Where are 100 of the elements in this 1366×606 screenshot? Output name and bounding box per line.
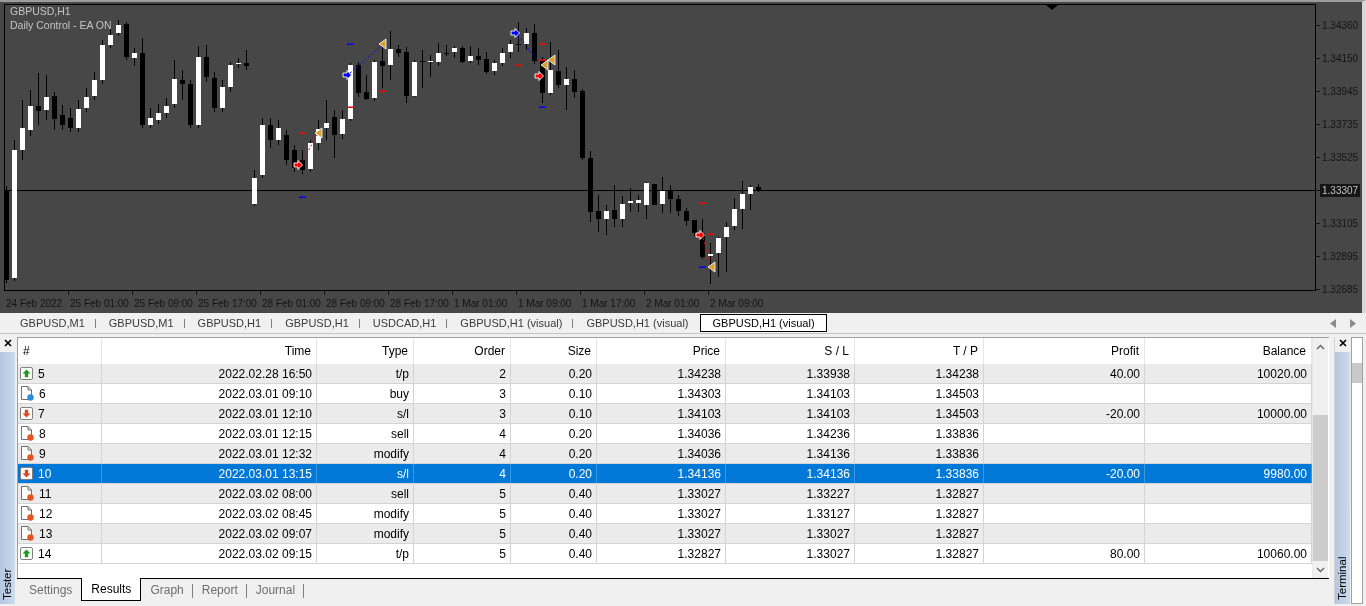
panel-tab[interactable]: Journal <box>246 579 305 601</box>
table-cell: 1.33836 <box>855 444 984 463</box>
rising-candle <box>92 71 97 101</box>
list-row <box>1352 363 1362 383</box>
table-cell: 5 <box>414 544 511 563</box>
falling-candle <box>612 184 617 228</box>
trade-line <box>349 45 382 74</box>
chart-tab[interactable]: GBPUSD,H1 (visual) <box>574 314 701 332</box>
triangle-marker-icon <box>314 127 323 139</box>
chart-symbol: GBPUSD,H1 <box>10 5 71 18</box>
side-tab[interactable]: Terminal <box>1335 352 1350 604</box>
table-row[interactable]: 13 2022.03.02 09:07 modify 5 0.40 1.33027 1.33027 1.32827 <box>18 524 1312 544</box>
falling-candle <box>380 46 385 89</box>
table-cell: buy <box>317 384 414 403</box>
rising-candle <box>76 99 81 133</box>
table-cell: 0.20 <box>511 444 597 463</box>
scroll-right-icon[interactable] <box>1350 318 1356 328</box>
dash-icon <box>515 64 522 66</box>
falling-candle <box>420 49 425 89</box>
rising-candle <box>748 184 753 211</box>
row-number: 7 <box>38 406 45 421</box>
falling-candle <box>460 45 465 64</box>
table-cell: 5 <box>414 524 511 543</box>
table-cell: 1.34238 <box>597 364 726 383</box>
table-cell: 1.33127 <box>726 504 855 523</box>
table-row[interactable]: 10 2022.03.01 13:15 s/l 4 0.20 1.34136 1.34136 1.33836 -20.00 9980.00 <box>18 464 1312 484</box>
close-icon[interactable] <box>1338 339 1347 347</box>
table-cell: 1.34503 <box>855 404 984 423</box>
dash-icon <box>539 43 546 45</box>
table-row[interactable]: 9 2022.03.01 12:32 modify 4 0.20 1.34036 1.34136 1.33836 <box>18 444 1312 464</box>
table-cell: 1.32827 <box>855 524 984 543</box>
falling-candle <box>396 44 401 58</box>
rising-candle <box>20 99 25 161</box>
scrollbar-thumb[interactable] <box>1313 415 1328 561</box>
table-cell: 2022.03.01 13:15 <box>102 464 317 483</box>
falling-candle <box>556 49 561 89</box>
table-cell: 2022.03.02 08:00 <box>102 484 317 503</box>
panel-tab[interactable]: Settings <box>20 579 82 601</box>
table-cell: 4 <box>414 424 511 443</box>
falling-candle <box>364 74 369 101</box>
table-cell: 2022.03.01 12:15 <box>102 424 317 443</box>
rising-candle <box>620 195 625 228</box>
table-cell: 1.34136 <box>726 464 855 483</box>
up-arrow-icon <box>20 547 33 560</box>
chart-tab[interactable]: GBPUSD,H1 (visual) <box>700 314 827 332</box>
close-icon[interactable] <box>3 339 12 347</box>
chart-tab[interactable]: GBPUSD,M1 <box>96 314 186 332</box>
rising-candle <box>116 19 121 37</box>
chart-tab[interactable]: GBPUSD,H1 <box>185 314 274 332</box>
rising-candle <box>260 117 265 179</box>
panel-tab[interactable]: Report <box>192 579 247 601</box>
table-row[interactable]: 6 2022.03.01 09:10 buy 3 0.10 1.34303 1.34103 1.34503 <box>18 384 1312 404</box>
table-cell: 4 <box>414 464 511 483</box>
panel-tab[interactable]: Results <box>81 578 142 601</box>
row-number: 12 <box>39 506 53 521</box>
side-tab[interactable]: Tester <box>0 352 15 604</box>
falling-candle <box>332 109 337 159</box>
arrow-marker-icon <box>534 71 544 81</box>
falling-candle <box>204 44 209 83</box>
table-cell: 1.34303 <box>597 384 726 403</box>
table-cell: 2022.03.01 09:10 <box>102 384 317 403</box>
table-row[interactable]: 8 2022.03.01 12:15 sell 4 0.20 1.34036 1.34236 1.33836 <box>18 424 1312 444</box>
rising-candle <box>628 187 633 213</box>
table-cell: 1.34036 <box>597 424 726 443</box>
chevron-down-icon[interactable] <box>1316 566 1325 573</box>
table-cell: 1.34136 <box>597 464 726 483</box>
scrollbar[interactable] <box>1312 338 1328 578</box>
panel-tab[interactable]: Graph <box>141 579 193 601</box>
table-cell: 0.40 <box>511 504 597 523</box>
rising-candle <box>44 74 49 121</box>
scroll-left-icon[interactable] <box>1330 318 1336 328</box>
rising-candle <box>348 62 353 122</box>
falling-candle <box>244 49 249 71</box>
table-row[interactable]: 14 2022.03.02 09:15 t/p 5 0.40 1.32827 1.33027 1.32827 80.00 10060.00 <box>18 544 1312 564</box>
chart-tab[interactable]: GBPUSD,M1 <box>8 314 97 332</box>
table-cell: 1.34036 <box>597 444 726 463</box>
falling-candle <box>52 91 57 131</box>
rising-candle <box>324 99 329 141</box>
table-cell: 4 <box>414 444 511 463</box>
chart-tab[interactable]: GBPUSD,H1 <box>273 314 361 332</box>
row-number: 8 <box>39 426 46 441</box>
table-row[interactable]: 5 2022.02.28 16:50 t/p 2 0.20 1.34238 1.33938 1.34238 40.00 10020.00 <box>18 364 1312 384</box>
table-cell: 2022.03.02 09:15 <box>102 544 317 563</box>
table-row[interactable]: 12 2022.03.02 08:45 modify 5 0.40 1.33027 1.33127 1.32827 <box>18 504 1312 524</box>
trade-line <box>300 134 318 165</box>
falling-candle <box>268 117 273 149</box>
down-arrow-icon <box>20 467 33 480</box>
table-row[interactable]: 7 2022.03.01 12:10 s/l 3 0.10 1.34103 1.34103 1.34503 -20.00 10000.00 <box>18 404 1312 424</box>
document-icon <box>20 526 34 541</box>
table-cell: 2022.02.28 16:50 <box>102 364 317 383</box>
chevron-up-icon[interactable] <box>1316 343 1325 350</box>
table-cell: 2 <box>414 364 511 383</box>
rising-candle <box>468 45 473 64</box>
table-cell: 0.10 <box>511 404 597 423</box>
table-row[interactable]: 11 2022.03.02 08:00 sell 5 0.40 1.33027 1.33227 1.32827 <box>18 484 1312 504</box>
rising-candle <box>148 107 153 129</box>
table-cell: 0.20 <box>511 424 597 443</box>
chart-tab[interactable]: USDCAD,H1 <box>360 314 449 332</box>
table-cell: 1.34236 <box>726 424 855 443</box>
chart-tab[interactable]: GBPUSD,H1 (visual) <box>448 314 575 332</box>
